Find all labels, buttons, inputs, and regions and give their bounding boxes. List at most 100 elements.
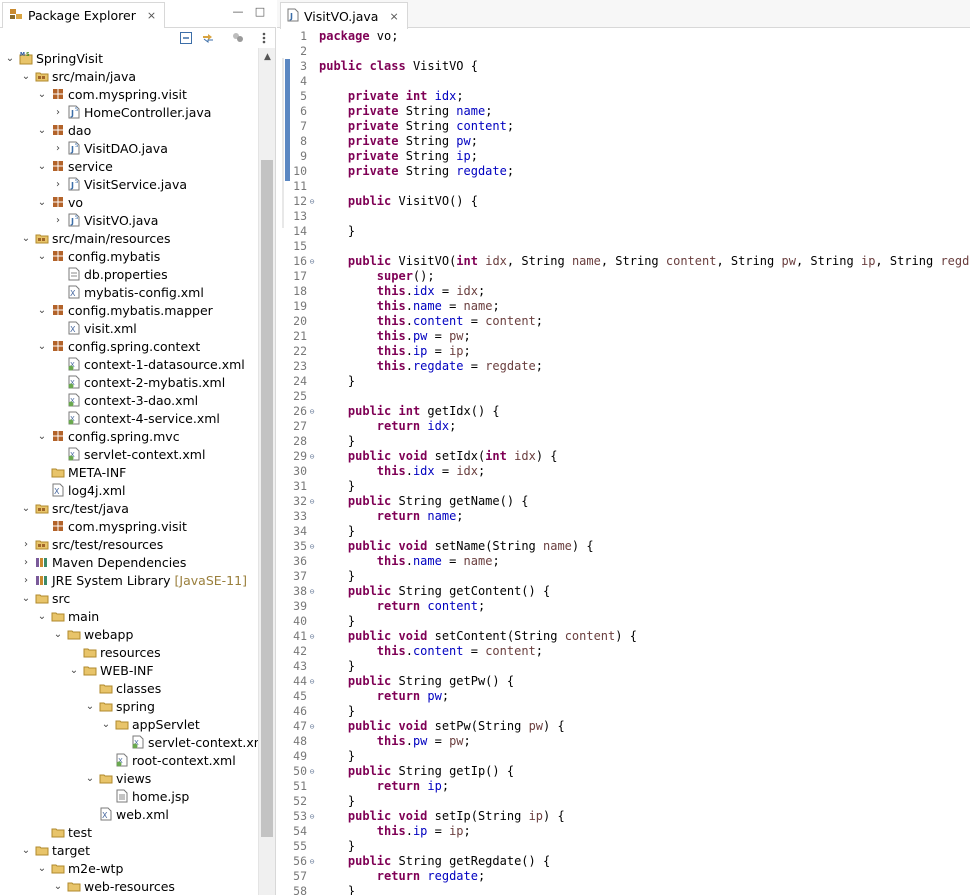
code-line[interactable]: 42 this.content = content; bbox=[277, 644, 970, 659]
code-line[interactable]: 16 ⊖ public VisitVO(int idx, String name,… bbox=[277, 254, 970, 269]
tree-item[interactable]: resources bbox=[0, 643, 161, 661]
fold-collapse-icon[interactable]: ⊖ bbox=[307, 404, 317, 419]
code-line[interactable]: 9 private String ip; bbox=[277, 149, 970, 164]
code-line[interactable]: 19 this.name = name; bbox=[277, 299, 970, 314]
code-line[interactable]: 4 bbox=[277, 74, 970, 89]
code-line[interactable]: 17 super(); bbox=[277, 269, 970, 284]
collapsed-chevron-icon[interactable]: › bbox=[20, 538, 32, 550]
tree-item[interactable]: ⌄ src/main/resources bbox=[0, 229, 171, 247]
minimize-icon[interactable]: — bbox=[232, 6, 244, 18]
code-line[interactable]: 47 ⊖ public void setPw(String pw) { bbox=[277, 719, 970, 734]
expanded-chevron-icon[interactable]: ⌄ bbox=[36, 196, 48, 208]
tree-item[interactable]: Xservlet-context.xml bbox=[0, 733, 258, 751]
tree-item[interactable]: ⌄ config.spring.context bbox=[0, 337, 200, 355]
tree-item[interactable]: › src/test/resources bbox=[0, 535, 163, 553]
code-line[interactable]: 27 return idx; bbox=[277, 419, 970, 434]
code-line[interactable]: 35 ⊖ public void setName(String name) { bbox=[277, 539, 970, 554]
expanded-chevron-icon[interactable]: ⌄ bbox=[36, 430, 48, 442]
expanded-chevron-icon[interactable]: ⌄ bbox=[20, 232, 32, 244]
tree-item[interactable]: › J S HomeController.java bbox=[0, 103, 211, 121]
fold-collapse-icon[interactable]: ⊖ bbox=[307, 719, 317, 734]
expanded-chevron-icon[interactable]: ⌄ bbox=[36, 862, 48, 874]
tree-item[interactable]: › J S VisitDAO.java bbox=[0, 139, 168, 157]
code-line[interactable]: 36 this.name = name; bbox=[277, 554, 970, 569]
code-line[interactable]: 58 } bbox=[277, 884, 970, 895]
expanded-chevron-icon[interactable]: ⌄ bbox=[84, 700, 96, 712]
code-line[interactable]: 57 return regdate; bbox=[277, 869, 970, 884]
code-line[interactable]: 25 bbox=[277, 389, 970, 404]
code-line[interactable]: 44 ⊖ public String getPw() { bbox=[277, 674, 970, 689]
editor-tab-visitvo[interactable]: J VisitVO.java ⨯ bbox=[280, 2, 408, 29]
tree-item[interactable]: › J S VisitService.java bbox=[0, 175, 187, 193]
tree-item[interactable]: Xcontext-3-dao.xml bbox=[0, 391, 198, 409]
expanded-chevron-icon[interactable]: ⌄ bbox=[36, 250, 48, 262]
tree-item[interactable]: › Maven Dependencies bbox=[0, 553, 186, 571]
fold-collapse-icon[interactable]: ⊖ bbox=[307, 629, 317, 644]
scrollbar-thumb[interactable] bbox=[261, 160, 273, 837]
tree-item[interactable]: Xcontext-1-datasource.xml bbox=[0, 355, 245, 373]
tree-item[interactable]: ⌄ config.mybatis.mapper bbox=[0, 301, 213, 319]
code-line[interactable]: 52 } bbox=[277, 794, 970, 809]
tree-item[interactable]: › JRE System Library [JavaSE-11] bbox=[0, 571, 247, 589]
tree-item[interactable]: db.properties bbox=[0, 265, 168, 283]
scroll-up-icon[interactable]: ▲ bbox=[259, 52, 276, 62]
code-line[interactable]: 5 private int idx; bbox=[277, 89, 970, 104]
tree-item[interactable]: Xcontext-2-mybatis.xml bbox=[0, 373, 225, 391]
code-line[interactable]: 46 } bbox=[277, 704, 970, 719]
code-line[interactable]: 12 ⊖ public VisitVO() { bbox=[277, 194, 970, 209]
code-area[interactable]: 1 package vo; 2 3 public class VisitVO {4 5 p… bbox=[277, 28, 970, 895]
tree-item[interactable]: ⌄ service bbox=[0, 157, 113, 175]
expanded-chevron-icon[interactable]: ⌄ bbox=[52, 880, 64, 892]
expanded-chevron-icon[interactable]: ⌄ bbox=[36, 340, 48, 352]
tree-item[interactable]: classes bbox=[0, 679, 161, 697]
code-line[interactable]: 18 this.idx = idx; bbox=[277, 284, 970, 299]
close-icon[interactable]: ⨯ bbox=[147, 9, 156, 22]
tree-item[interactable]: Xmybatis-config.xml bbox=[0, 283, 204, 301]
fold-collapse-icon[interactable]: ⊖ bbox=[307, 539, 317, 554]
tree-item[interactable]: ⌄ config.mybatis bbox=[0, 247, 160, 265]
tree-item[interactable]: ⌄ WEB-INF bbox=[0, 661, 154, 679]
code-line[interactable]: 39 return content; bbox=[277, 599, 970, 614]
code-line[interactable]: 6 private String name; bbox=[277, 104, 970, 119]
collapsed-chevron-icon[interactable]: › bbox=[20, 574, 32, 586]
tree-item[interactable]: Xweb.xml bbox=[0, 805, 169, 823]
fold-collapse-icon[interactable]: ⊖ bbox=[307, 449, 317, 464]
maximize-icon[interactable]: □ bbox=[254, 6, 266, 18]
tree-item[interactable]: ⌄ main bbox=[0, 607, 99, 625]
tree-item[interactable]: Xvisit.xml bbox=[0, 319, 137, 337]
code-line[interactable]: 7 private String content; bbox=[277, 119, 970, 134]
project-tree[interactable]: ⌄ M S SpringVisit ⌄ src/main/java ⌄ com.mysprin… bbox=[0, 48, 258, 895]
tree-item[interactable]: home.jsp bbox=[0, 787, 189, 805]
collapsed-chevron-icon[interactable]: › bbox=[52, 106, 64, 118]
code-line[interactable]: 38 ⊖ public String getContent() { bbox=[277, 584, 970, 599]
code-line[interactable]: 51 return ip; bbox=[277, 779, 970, 794]
tree-item[interactable]: ⌄ m2e-wtp bbox=[0, 859, 124, 877]
code-line[interactable]: 55 } bbox=[277, 839, 970, 854]
code-line[interactable]: 41 ⊖ public void setContent(String conten… bbox=[277, 629, 970, 644]
code-line[interactable]: 22 this.ip = ip; bbox=[277, 344, 970, 359]
code-line[interactable]: 49 } bbox=[277, 749, 970, 764]
expanded-chevron-icon[interactable]: ⌄ bbox=[20, 844, 32, 856]
fold-collapse-icon[interactable]: ⊖ bbox=[307, 764, 317, 779]
code-line[interactable]: 21 this.pw = pw; bbox=[277, 329, 970, 344]
code-line[interactable]: 2 bbox=[277, 44, 970, 59]
tree-item[interactable]: ⌄ src/test/java bbox=[0, 499, 129, 517]
code-line[interactable]: 24 } bbox=[277, 374, 970, 389]
code-line[interactable]: 10 private String regdate; bbox=[277, 164, 970, 179]
tree-item[interactable]: Xroot-context.xml bbox=[0, 751, 236, 769]
collapsed-chevron-icon[interactable]: › bbox=[20, 556, 32, 568]
code-line[interactable]: 3 public class VisitVO { bbox=[277, 59, 970, 74]
tree-item[interactable]: ⌄ views bbox=[0, 769, 152, 787]
tree-item[interactable]: ⌄ src bbox=[0, 589, 70, 607]
tree-item[interactable]: ⌄ com.myspring.visit bbox=[0, 85, 187, 103]
code-line[interactable]: 1 package vo; bbox=[277, 29, 970, 44]
code-line[interactable]: 45 return pw; bbox=[277, 689, 970, 704]
code-line[interactable]: 23 this.regdate = regdate; bbox=[277, 359, 970, 374]
expanded-chevron-icon[interactable]: ⌄ bbox=[36, 304, 48, 316]
code-line[interactable]: 26 ⊖ public int getIdx() { bbox=[277, 404, 970, 419]
code-line[interactable]: 54 this.ip = ip; bbox=[277, 824, 970, 839]
fold-collapse-icon[interactable]: ⊖ bbox=[307, 254, 317, 269]
tree-item[interactable]: ⌄ src/main/java bbox=[0, 67, 136, 85]
tree-item[interactable]: ⌄ dao bbox=[0, 121, 91, 139]
tree-item[interactable]: Xlog4j.xml bbox=[0, 481, 126, 499]
